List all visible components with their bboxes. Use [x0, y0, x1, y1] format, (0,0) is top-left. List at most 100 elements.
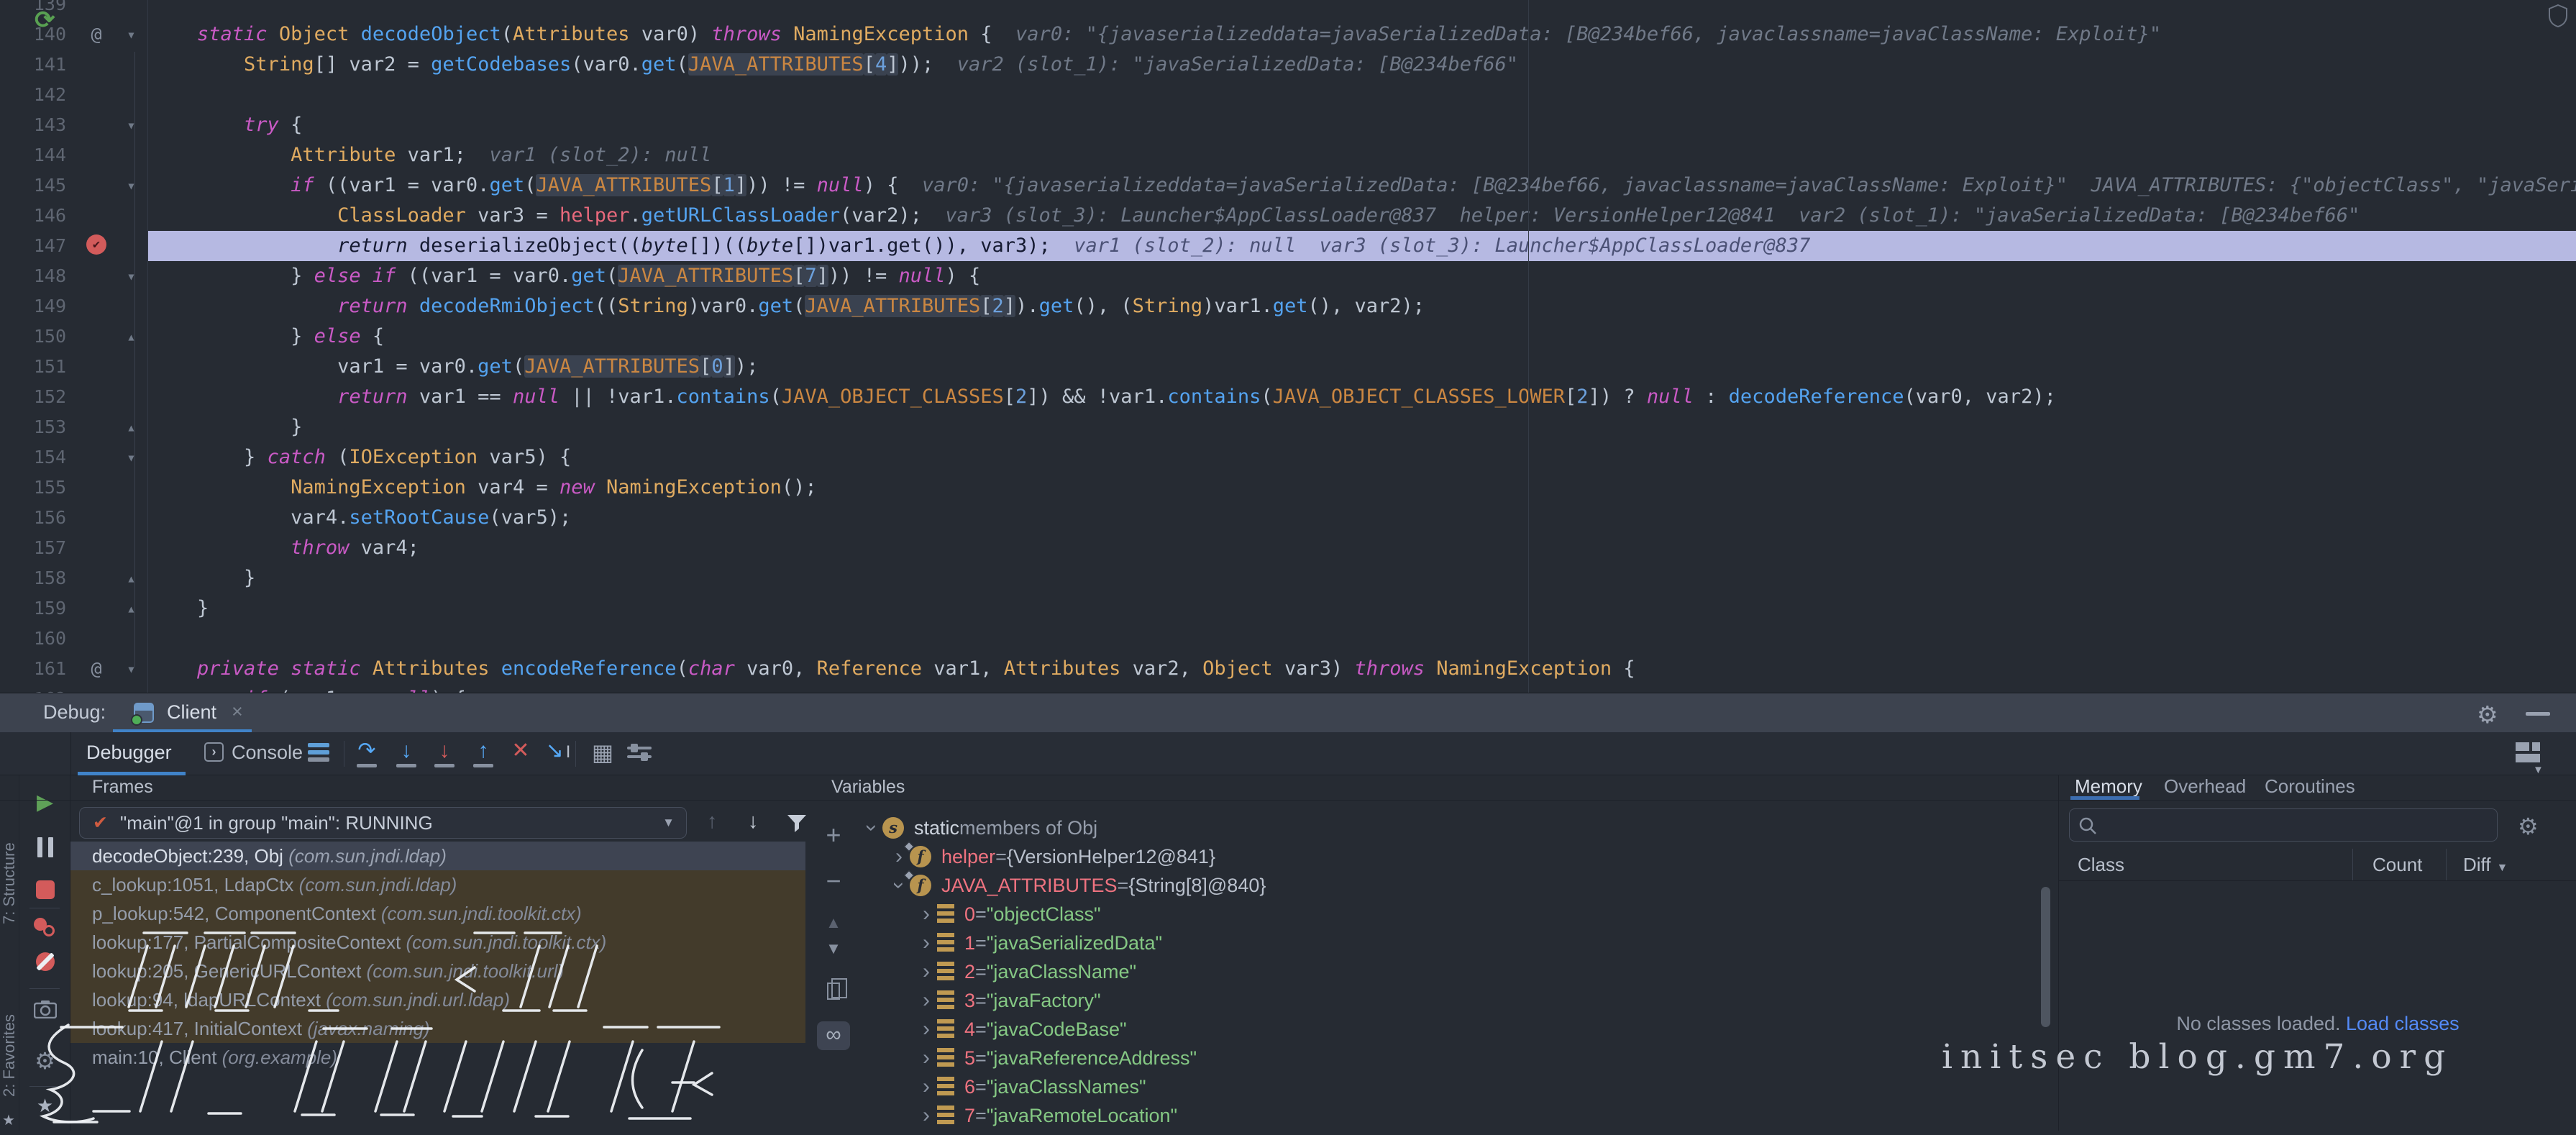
editor-line[interactable]: 157 throw var4; [0, 533, 2576, 563]
evaluate-expression-icon[interactable]: ▦ [588, 737, 617, 770]
move-watch-down-icon[interactable]: ▼ [811, 939, 856, 958]
view-breakpoints-icon[interactable] [19, 916, 70, 939]
line-number[interactable]: 143 [0, 110, 78, 140]
line-number[interactable]: 157 [0, 533, 78, 563]
editor-line[interactable]: 152 return var1 == null || !var1.contain… [0, 382, 2576, 412]
tree-chevron-icon[interactable]: › [915, 1047, 937, 1069]
tree-chevron-icon[interactable]: › [915, 903, 937, 925]
editor-line[interactable]: 161@▾ private static Attributes encodeRe… [0, 654, 2576, 684]
editor-line[interactable]: 145▾ if ((var1 = var0.get(JAVA_ATTRIBUTE… [0, 170, 2576, 201]
line-number[interactable]: 162 [0, 684, 78, 693]
memory-search-input[interactable] [2069, 808, 2498, 842]
stack-frame-row[interactable]: decodeObject:239, Obj (com.sun.jndi.ldap… [70, 842, 805, 870]
editor-line[interactable]: 143▾ try { [0, 110, 2576, 140]
session-tab-client[interactable]: Client [167, 693, 216, 733]
column-count[interactable]: Count [2372, 849, 2422, 880]
restore-layout-icon[interactable]: ▼ [2516, 742, 2540, 764]
stripe-structure[interactable]: 7: Structure [0, 797, 19, 970]
mute-breakpoints-icon[interactable] [19, 952, 70, 975]
tree-chevron-icon[interactable]: › [915, 1076, 937, 1098]
fold-marker[interactable]: ▴ [115, 563, 147, 593]
editor-line[interactable]: 140@▾ static Object decodeObject(Attribu… [0, 19, 2576, 50]
rerun-icon[interactable]: ⟳ [35, 6, 55, 35]
variable-row[interactable]: ›7 = "javaRemoteLocation" [856, 1101, 2058, 1130]
line-number[interactable]: 158 [0, 563, 78, 593]
gear-icon[interactable]: ⚙ [2477, 701, 2498, 729]
line-number[interactable]: 145 [0, 170, 78, 201]
variable-row[interactable]: ›fJAVA_ATTRIBUTES = {String[8]@840} [856, 871, 2058, 900]
close-icon[interactable]: × [232, 693, 243, 733]
editor-line[interactable]: 153▴ } [0, 412, 2576, 442]
editor-line[interactable]: 149 return decodeRmiObject((String)var0.… [0, 291, 2576, 322]
tab-debugger[interactable]: Debugger [86, 732, 172, 774]
line-number[interactable]: 161 [0, 654, 78, 684]
editor-line[interactable]: 158▴ } [0, 563, 2576, 593]
editor-line[interactable]: 160 [0, 624, 2576, 654]
variable-row[interactable]: ›3 = "javaFactory" [856, 986, 2058, 1015]
line-number[interactable]: 141 [0, 50, 78, 80]
variable-row[interactable]: ›5 = "javaReferenceAddress" [856, 1044, 2058, 1072]
pin-star-icon[interactable]: ★ [19, 1095, 70, 1117]
fold-marker[interactable]: ▴ [115, 322, 147, 352]
editor-line[interactable]: 139 [0, 0, 2576, 19]
variable-row[interactable]: ›sstatic members of Obj [856, 813, 2058, 842]
layout-view-icon[interactable] [308, 743, 329, 762]
frame-up-icon[interactable]: ↑ [707, 810, 718, 834]
hide-library-frames-filter-icon[interactable] [787, 814, 807, 837]
tab-coroutines[interactable]: Coroutines [2265, 775, 2355, 800]
editor-line[interactable]: 162 if (var1 == null) { [0, 684, 2576, 693]
fold-marker[interactable]: ▾ [115, 170, 147, 201]
fold-marker[interactable]: ▾ [115, 654, 147, 684]
column-class[interactable]: Class [2078, 849, 2124, 880]
pause-icon[interactable] [19, 837, 70, 859]
thread-selector[interactable]: ✔ "main"@1 in group "main": RUNNING ▼ [79, 807, 687, 839]
editor-line[interactable]: 150▴ } else { [0, 322, 2576, 352]
frame-down-icon[interactable]: ↓ [748, 810, 759, 834]
tab-overhead[interactable]: Overhead [2164, 775, 2246, 800]
line-number[interactable]: 159 [0, 593, 78, 624]
line-number[interactable]: 148 [0, 261, 78, 291]
run-to-cursor-icon[interactable]: ↘ [544, 737, 572, 770]
variable-row[interactable]: ›6 = "javaClassNames" [856, 1072, 2058, 1101]
step-over-icon[interactable]: ↷ [352, 737, 381, 770]
add-watch-icon[interactable]: + [811, 820, 856, 850]
scrollbar-thumb[interactable] [2041, 887, 2050, 1027]
stack-frame-row[interactable]: lookup:94, ldapURLContext (com.sun.jndi.… [70, 985, 805, 1014]
line-number[interactable]: 144 [0, 140, 78, 170]
editor-line[interactable]: 155 NamingException var4 = new NamingExc… [0, 473, 2576, 503]
step-into-icon[interactable]: ↓ [392, 737, 421, 770]
thread-dump-camera-icon[interactable] [19, 1000, 70, 1022]
fold-marker[interactable]: ▾ [115, 19, 147, 50]
step-out-icon[interactable]: ↑ [469, 737, 498, 770]
load-classes-link[interactable]: Load classes [2346, 1013, 2459, 1034]
tree-chevron-icon[interactable]: › [915, 990, 937, 1011]
variable-row[interactable]: ›0 = "objectClass" [856, 900, 2058, 929]
editor-line[interactable]: 159▴ } [0, 593, 2576, 624]
gutter-icon-slot[interactable]: @ [78, 654, 115, 684]
editor-line[interactable]: 142 [0, 80, 2576, 110]
stack-frame-row[interactable]: lookup:205, GenericURLContext (com.sun.j… [70, 957, 805, 985]
memory-settings-gear-icon[interactable]: ⚙ [2518, 813, 2539, 840]
variable-row[interactable]: ›1 = "javaSerializedData" [856, 929, 2058, 957]
minimize-icon[interactable] [2526, 712, 2550, 716]
line-number[interactable]: 152 [0, 382, 78, 412]
fold-marker[interactable]: ▾ [115, 442, 147, 473]
inspection-shield-icon[interactable] [2549, 4, 2567, 31]
variable-row[interactable]: ›2 = "javaClassName" [856, 957, 2058, 986]
tree-chevron-icon[interactable]: › [915, 961, 937, 983]
duplicate-watch-icon[interactable] [811, 983, 856, 1004]
remove-watch-icon[interactable]: − [811, 866, 856, 896]
drop-frame-icon[interactable]: ✕ [506, 737, 535, 770]
editor-line[interactable]: 144 Attribute var1; var1 (slot_2): null [0, 140, 2576, 170]
line-number[interactable]: 149 [0, 291, 78, 322]
stack-frame-row[interactable]: lookup:177, PartialCompositeContext (com… [70, 928, 805, 957]
line-number[interactable]: 147 [0, 231, 78, 261]
variable-row[interactable]: ›fhelper = {VersionHelper12@841} [856, 842, 2058, 871]
stack-frame-row[interactable]: lookup:417, InitialContext (javax.naming… [70, 1014, 805, 1043]
editor-line[interactable]: 154▾ } catch (IOException var5) { [0, 442, 2576, 473]
line-number[interactable]: 155 [0, 473, 78, 503]
tree-chevron-icon[interactable]: › [915, 1018, 937, 1040]
line-number[interactable]: 160 [0, 624, 78, 654]
tree-chevron-icon[interactable]: › [915, 1105, 937, 1126]
line-number[interactable]: 153 [0, 412, 78, 442]
